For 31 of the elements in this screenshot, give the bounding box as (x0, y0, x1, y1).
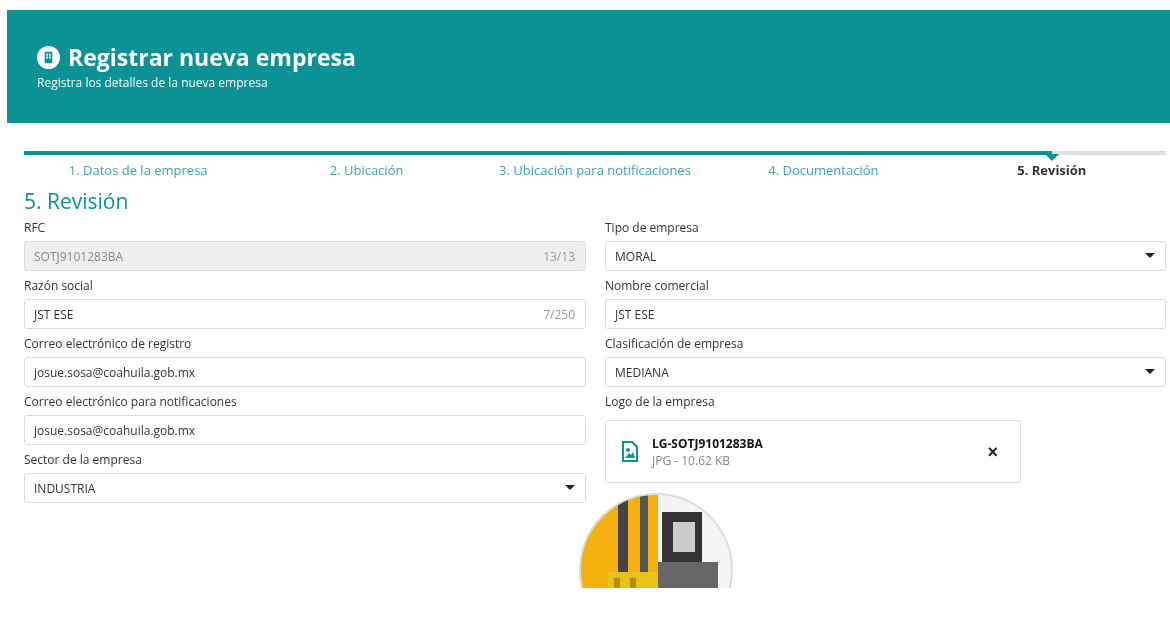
remove-button[interactable]: × (983, 442, 1002, 461)
input-field[interactable]: josue.sosa@coahuila.gob.mx (24, 357, 586, 387)
dropdown-caret-icon (1145, 369, 1155, 375)
field-label: Logo de la empresa (605, 392, 715, 411)
character-counter: 13/13 (543, 247, 575, 265)
field-label: Razón social (24, 276, 93, 295)
field-label: Sector de la empresa (24, 450, 142, 469)
image-file-icon (622, 441, 638, 462)
field-label: Correo electrónico de registro (24, 334, 192, 353)
file-info: JPG - 10.62 KB (652, 451, 731, 469)
field-label: Nombre comercial (605, 276, 709, 295)
dropdown-caret-icon (1145, 253, 1155, 259)
character-counter: 7/250 (543, 305, 575, 323)
page-subtitle: Registra los detalles de la nueva empresa (37, 74, 269, 91)
section-title: 5. Revisión (24, 187, 129, 215)
page-title: Registrar nueva empresa (68, 42, 356, 72)
file-name: LG-SOTJ9101283BA (652, 434, 763, 452)
field-label: Tipo de empresa (605, 218, 699, 237)
select-field[interactable]: MEDIANA (605, 357, 1166, 387)
input-field[interactable]: JST ESE 7/250 (24, 299, 586, 329)
step-marker (1044, 154, 1059, 161)
field-label: RFC (24, 218, 46, 237)
field-label: Correo electrónico para notificaciones (24, 392, 237, 411)
input-field[interactable]: josue.sosa@coahuila.gob.mx (24, 415, 586, 445)
dropdown-caret-icon (565, 485, 575, 491)
building-icon (37, 45, 60, 69)
select-field[interactable]: INDUSTRIA (24, 473, 586, 503)
step-tab[interactable]: 5. Revisión (937, 161, 1166, 179)
select-field[interactable]: MORAL (605, 241, 1166, 271)
input-field[interactable]: JST ESE (605, 299, 1166, 329)
field-label: Clasificación de empresa (605, 334, 744, 353)
